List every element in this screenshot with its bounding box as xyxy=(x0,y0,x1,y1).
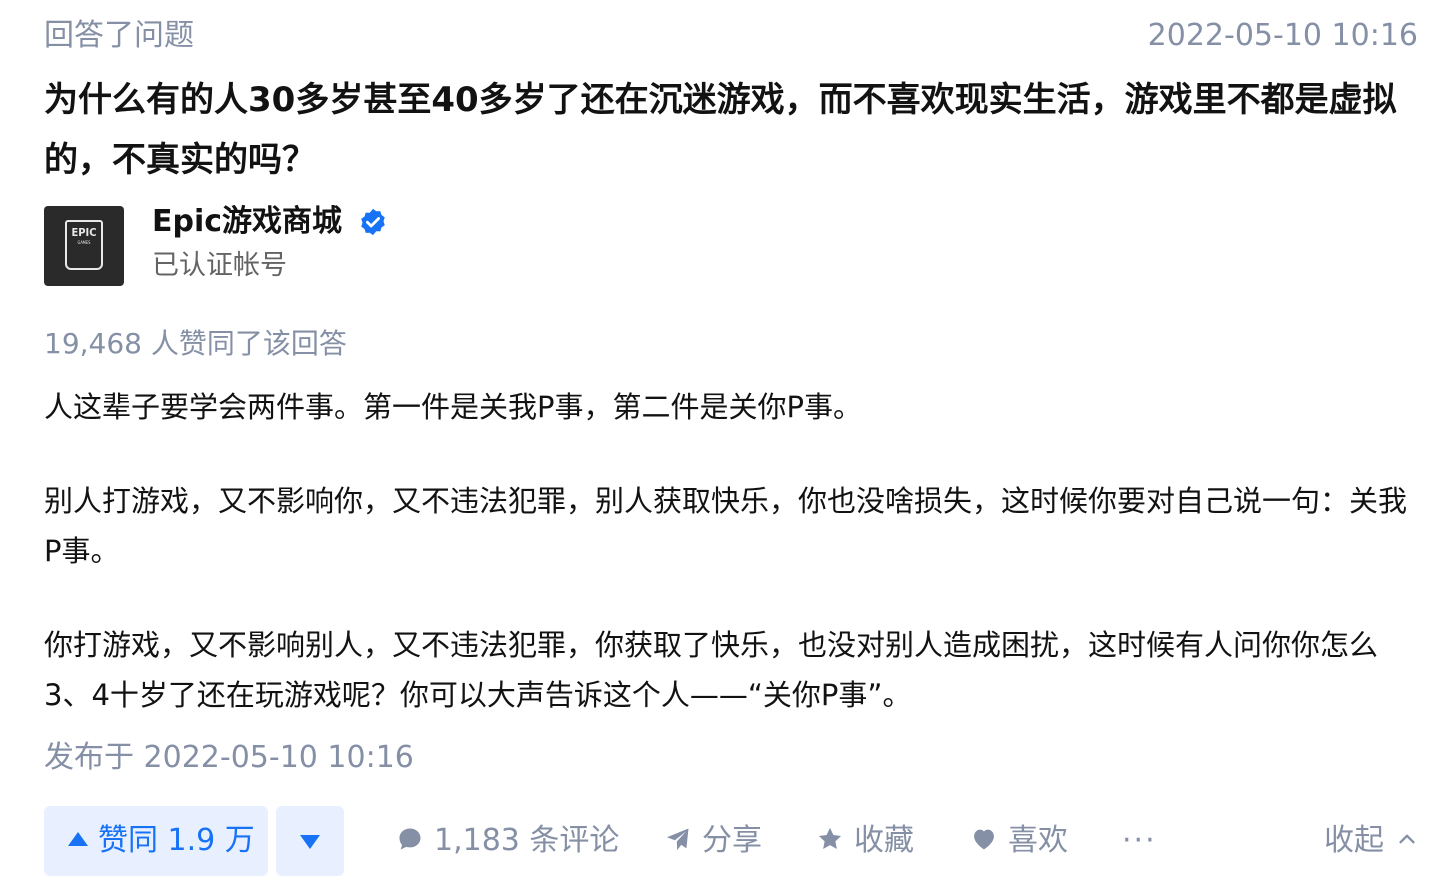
answer-content: 人这辈子要学会两件事。第一件是关我P事，第二件是关你P事。 别人打游戏，又不影响… xyxy=(44,382,1424,764)
avatar-logo-text: EPIC xyxy=(71,226,97,239)
share-button[interactable]: 分享 xyxy=(664,806,762,876)
vote-down-button[interactable] xyxy=(276,806,344,876)
author-verified-label: 已认证帐号 xyxy=(152,250,287,281)
comment-bubble-icon xyxy=(399,828,421,849)
chevron-up-icon xyxy=(1399,834,1415,843)
answer-paragraph: 别人打游戏，又不影响你，又不违法犯罪，别人获取快乐，你也没啥损失，这时候你要对自… xyxy=(44,484,1408,568)
more-options-button[interactable]: ··· xyxy=(1122,806,1157,876)
answer-paragraph: 你打游戏，又不影响别人，又不违法犯罪，你获取了快乐，也没对别人造成困扰，这时候有… xyxy=(44,628,1379,712)
collapse-label: 收起 xyxy=(1324,823,1384,858)
avatar[interactable]: EPIC GAMES xyxy=(44,206,124,286)
triangle-up-icon xyxy=(68,832,88,846)
paper-plane-icon xyxy=(666,828,689,850)
question-title-link[interactable]: 为什么有的人30多岁甚至40多岁了还在沉迷游戏，而不喜欢现实生活，游戏里不都是虚… xyxy=(44,70,1414,190)
author-info: EPIC GAMES Epic游戏商城 已认证帐号 xyxy=(44,204,644,286)
like-label: 喜欢 xyxy=(1008,823,1068,858)
avatar-logo-subtext: GAMES xyxy=(77,240,91,245)
publish-time-link[interactable]: 发布于 2022-05-10 10:16 xyxy=(44,738,414,778)
activity-time: 2022-05-10 10:16 xyxy=(1147,18,1418,53)
collect-label: 收藏 xyxy=(854,823,914,858)
star-icon xyxy=(818,827,842,849)
more-dots-icon: ··· xyxy=(1122,823,1157,858)
author-name-link[interactable]: Epic游戏商城 xyxy=(152,204,342,240)
collect-button[interactable]: 收藏 xyxy=(816,806,914,876)
heart-icon xyxy=(974,829,994,849)
vote-count-summary: 19,468 人赞同了该回答 xyxy=(44,327,347,360)
comments-button[interactable]: 1,183 条评论 xyxy=(396,806,619,876)
answer-action-bar: 赞同 1.9 万 1,183 条评论 分享 收藏 喜欢 ··· 收起 xyxy=(44,806,1418,876)
answer-header: 回答了问题 2022-05-10 10:16 xyxy=(44,12,1418,58)
activity-type-label: 回答了问题 xyxy=(44,18,194,53)
epic-games-logo-icon: EPIC GAMES xyxy=(65,220,103,270)
collapse-button[interactable]: 收起 xyxy=(1324,806,1418,876)
share-label: 分享 xyxy=(702,823,762,858)
answer-paragraph: 人这辈子要学会两件事。第一件是关我P事，第二件是关你P事。 xyxy=(44,390,862,424)
like-button[interactable]: 喜欢 xyxy=(970,806,1068,876)
comments-label: 1,183 条评论 xyxy=(434,823,620,858)
vote-up-label: 赞同 1.9 万 xyxy=(98,823,255,858)
verified-badge-icon xyxy=(361,208,385,236)
triangle-down-icon xyxy=(300,835,320,849)
vote-up-button[interactable]: 赞同 1.9 万 xyxy=(44,806,268,876)
